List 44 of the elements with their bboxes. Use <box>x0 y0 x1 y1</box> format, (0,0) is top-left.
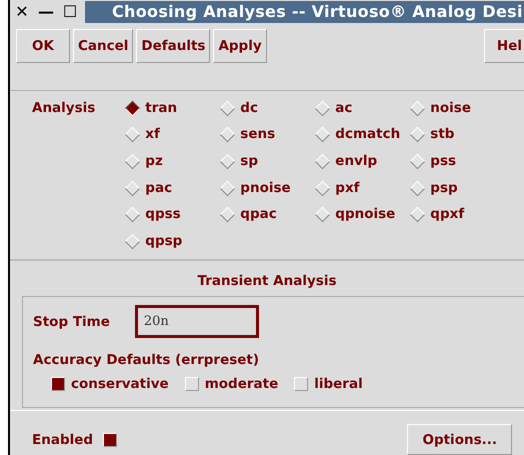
radio-label[interactable]: pnoise <box>240 180 291 196</box>
radio-label[interactable]: qpac <box>240 206 277 222</box>
help-button[interactable]: Hel <box>484 28 524 63</box>
toggle-label[interactable]: conservative <box>71 376 169 392</box>
radio-label[interactable]: pss <box>430 153 456 170</box>
radio-label[interactable]: tran <box>145 100 178 116</box>
radio-label[interactable]: pac <box>145 180 172 196</box>
close-icon[interactable]: ✕ <box>10 2 34 22</box>
enabled-label: Enabled <box>32 432 94 448</box>
accuracy-label: Accuracy Defaults (errpreset) <box>33 352 260 368</box>
section-title: Transient Analysis <box>196 272 338 292</box>
dialog-button[interactable]: OK <box>16 28 70 63</box>
enabled-checkbox[interactable] <box>103 432 118 446</box>
dialog-button[interactable]: Defaults <box>136 28 210 63</box>
maximize-icon[interactable]: ☐ <box>58 2 82 22</box>
radio-label[interactable]: dc <box>240 100 258 116</box>
toggle-label[interactable]: liberal <box>314 376 363 392</box>
toggle-box[interactable] <box>184 377 199 392</box>
radio-label[interactable]: qpxf <box>430 206 464 222</box>
dialog-button[interactable]: Apply <box>213 28 267 63</box>
radio-label[interactable]: noise <box>430 100 472 116</box>
options-button[interactable]: Options... <box>407 424 512 455</box>
stop-time-field[interactable]: 20n <box>134 305 259 338</box>
radio-label[interactable]: psp <box>430 180 458 196</box>
minimize-icon[interactable]: — <box>34 2 58 22</box>
radio-label[interactable]: qpnoise <box>335 206 396 222</box>
dialog-button[interactable]: Cancel <box>72 28 134 63</box>
radio-label[interactable]: qpsp <box>145 232 182 249</box>
radio-label[interactable]: sp <box>240 153 258 170</box>
radio-label[interactable]: dcmatch <box>335 126 400 142</box>
stop-time-label: Stop Time <box>33 314 110 330</box>
radio-label[interactable]: xf <box>145 126 160 142</box>
analysis-label: Analysis <box>32 100 96 118</box>
radio-label[interactable]: envlp <box>335 153 378 170</box>
radio-label[interactable]: ac <box>335 100 352 116</box>
radio-label[interactable]: qpss <box>145 206 181 222</box>
radio-label[interactable]: sens <box>240 126 276 142</box>
toggle-box[interactable] <box>51 377 65 392</box>
radio-label[interactable]: pxf <box>335 180 360 196</box>
toggle-box[interactable] <box>294 377 308 392</box>
radio-label[interactable]: stb <box>430 126 454 142</box>
window-title: Choosing Analyses -- Virtuoso® Analog Desi <box>85 0 524 23</box>
toggle-label[interactable]: moderate <box>204 376 278 392</box>
radio-label[interactable]: pz <box>145 153 163 170</box>
